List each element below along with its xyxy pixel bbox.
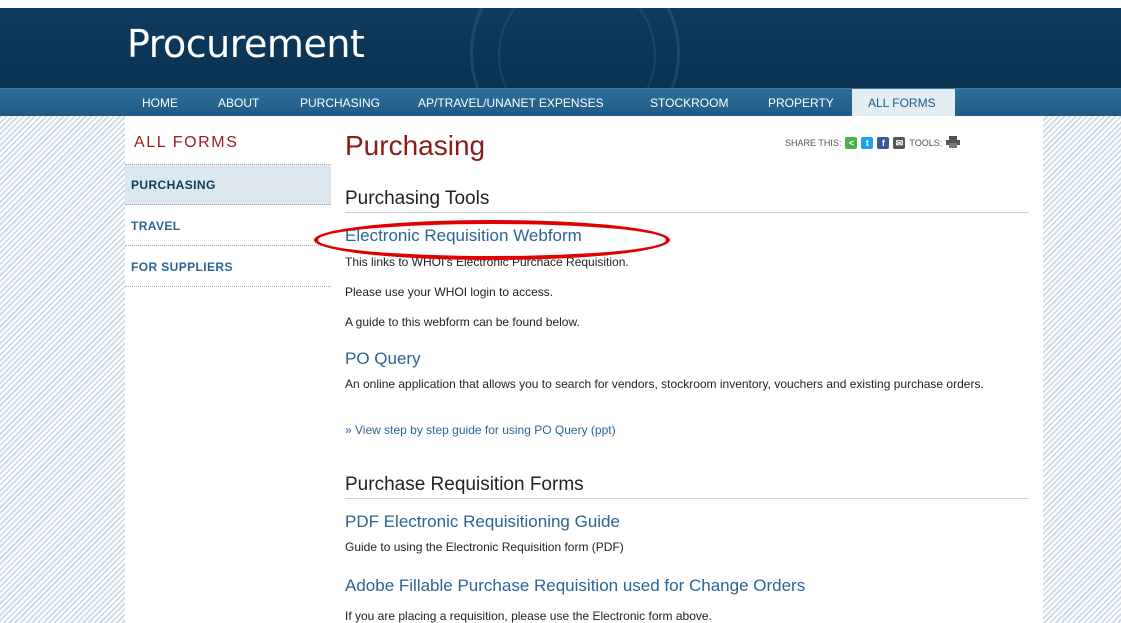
nav-stockroom[interactable]: STOCKROOM	[650, 89, 728, 117]
print-icon[interactable]	[946, 136, 961, 150]
highlight-oval	[314, 220, 670, 260]
po-query-description: An online application that allows you to…	[345, 377, 984, 391]
section-heading-purchasing-tools: Purchasing Tools	[345, 188, 1029, 213]
sidebar-item-purchasing[interactable]: PURCHASING	[125, 165, 331, 205]
section-heading-requisition-forms: Purchase Requisition Forms	[345, 474, 1029, 499]
facebook-icon[interactable]: f	[877, 137, 890, 149]
nav-all-forms[interactable]: ALL FORMS	[852, 89, 955, 117]
seal-watermark	[470, 8, 680, 88]
nav-property[interactable]: PROPERTY	[768, 89, 834, 117]
link-po-query[interactable]: PO Query	[345, 349, 421, 369]
adobe-form-description: If you are placing a requisition, please…	[345, 609, 712, 623]
share-label: SHARE THIS:	[785, 138, 842, 148]
sidebar-item-travel[interactable]: TRAVEL	[125, 206, 331, 246]
share-icon[interactable]: <	[845, 137, 858, 149]
twitter-icon[interactable]: t	[861, 137, 874, 149]
page-title: Purchasing	[345, 130, 486, 161]
content-panel: ALL FORMS PURCHASING TRAVEL FOR SUPPLIER…	[125, 116, 1043, 623]
nav-home[interactable]: HOME	[142, 89, 178, 117]
pdf-guide-description: Guide to using the Electronic Requisitio…	[345, 540, 624, 554]
nav-ap-travel[interactable]: AP/TRAVEL/UNANET EXPENSES	[418, 89, 604, 117]
nav-about[interactable]: ABOUT	[218, 89, 259, 117]
link-adobe-fillable-requisition[interactable]: Adobe Fillable Purchase Requisition used…	[345, 576, 805, 596]
tools-label: TOOLS:	[909, 138, 943, 148]
link-pdf-requisitioning-guide[interactable]: PDF Electronic Requisitioning Guide	[345, 512, 620, 532]
webform-line-3: A guide to this webform can be found bel…	[345, 315, 580, 329]
share-toolbar: SHARE THIS: < t f ✉ TOOLS:	[785, 136, 961, 150]
site-title[interactable]: Procurement	[127, 22, 365, 66]
email-icon[interactable]: ✉	[893, 137, 906, 149]
main-nav: HOME ABOUT PURCHASING AP/TRAVEL/UNANET E…	[0, 88, 1121, 117]
sidebar-heading: ALL FORMS	[134, 134, 239, 151]
sidebar-item-for-suppliers[interactable]: FOR SUPPLIERS	[125, 247, 331, 287]
top-strip	[0, 0, 1121, 8]
site-header: Procurement	[0, 8, 1121, 88]
link-po-query-guide[interactable]: » View step by step guide for using PO Q…	[345, 423, 616, 437]
webform-line-2: Please use your WHOI login to access.	[345, 285, 554, 299]
nav-purchasing[interactable]: PURCHASING	[300, 89, 380, 117]
